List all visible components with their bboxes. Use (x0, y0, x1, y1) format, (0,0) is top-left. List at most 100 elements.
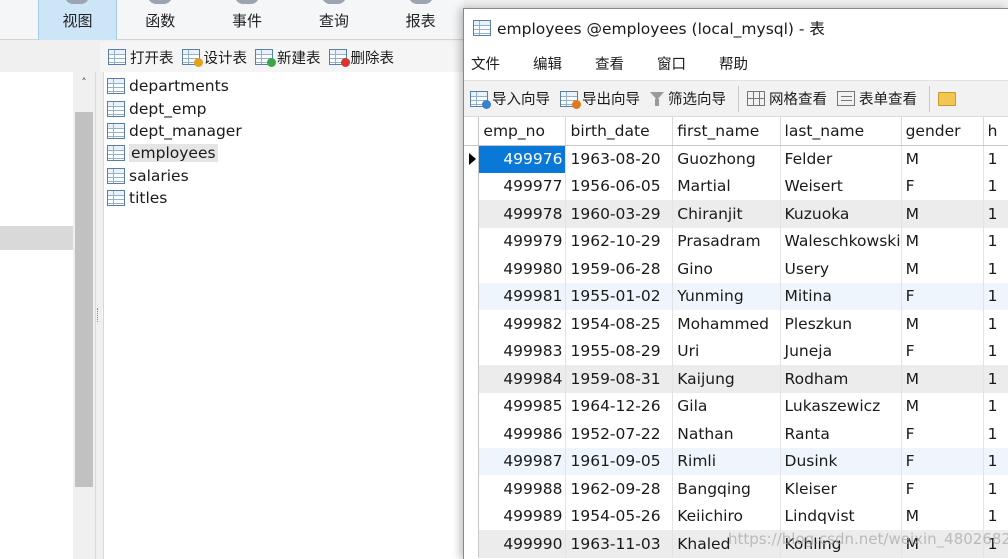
cell-gender[interactable]: F (901, 447, 984, 475)
row-indicator[interactable] (464, 420, 480, 448)
cell-gender[interactable]: M (901, 365, 984, 393)
ribbon-tab-0[interactable]: 视图 (38, 0, 117, 40)
cell-h[interactable]: 1 (983, 392, 1008, 420)
table-row[interactable]: 499986 1952-07-22 Nathan Ranta F 1 (464, 420, 1008, 448)
cell-h[interactable]: 1 (983, 172, 1008, 200)
table-list-item[interactable]: dept_emp (104, 97, 464, 119)
table-list-item[interactable]: salaries (104, 165, 464, 187)
column-header-emp_no[interactable]: emp_no (478, 117, 567, 146)
row-indicator[interactable] (464, 502, 480, 530)
row-indicator[interactable] (464, 227, 480, 255)
cell-first_name[interactable]: Gila (672, 392, 781, 420)
table-row[interactable]: 499979 1962-10-29 Prasadram Waleschkowski M 1 (464, 227, 1008, 255)
menu-item-4[interactable]: 帮助 (719, 53, 781, 74)
column-header-first_name[interactable]: first_name (672, 117, 781, 146)
cell-first_name[interactable]: Nathan (672, 420, 781, 448)
row-indicator[interactable] (464, 200, 480, 228)
cell-emp_no[interactable]: 499989 (478, 502, 567, 530)
open-table-button[interactable]: 打开表 (108, 47, 180, 68)
ribbon-tab-3[interactable]: 查询 (290, 0, 377, 40)
menu-item-2[interactable]: 查看 (595, 53, 657, 74)
scrollbar-thumb[interactable] (75, 112, 93, 487)
cell-h[interactable]: 1 (983, 282, 1008, 310)
cell-first_name[interactable]: Chiranjit (672, 200, 781, 228)
cell-emp_no[interactable]: 499976 (478, 145, 567, 173)
data-grid[interactable]: emp_no birth_date first_name last_name gende… (464, 117, 1008, 559)
cell-gender[interactable]: M (901, 502, 984, 530)
design-table-button[interactable]: 设计表 (181, 47, 254, 68)
column-header-birth_date[interactable]: birth_date (565, 117, 674, 146)
cell-emp_no[interactable]: 499986 (478, 420, 567, 448)
row-indicator[interactable] (464, 145, 480, 173)
table-row[interactable]: 499984 1959-08-31 Kaijung Rodham M 1 (464, 365, 1008, 393)
row-indicator[interactable] (464, 365, 480, 393)
table-row[interactable]: 499990 1963-11-03 Khaled Kohling M 1 (464, 530, 1008, 558)
cell-last_name[interactable]: Juneja (780, 337, 902, 365)
grid-view-button[interactable]: 网格查看 (747, 88, 835, 109)
table-row[interactable]: 499982 1954-08-25 Mohammed Pleszkun M 1 (464, 310, 1008, 338)
cell-h[interactable]: 1 (983, 502, 1008, 530)
cell-last_name[interactable]: Waleschkowski (780, 227, 902, 255)
cell-gender[interactable]: M (901, 255, 984, 283)
more-button[interactable] (938, 91, 964, 106)
cell-birth_date[interactable]: 1952-07-22 (565, 420, 674, 448)
cell-emp_no[interactable]: 499977 (478, 172, 567, 200)
cell-last_name[interactable]: Weisert (780, 172, 902, 200)
cell-gender[interactable]: M (901, 200, 984, 228)
cell-emp_no[interactable]: 499990 (478, 530, 567, 558)
cell-first_name[interactable]: Yunming (672, 282, 781, 310)
scroll-up-icon[interactable]: ˄ (73, 76, 95, 96)
cell-h[interactable]: 1 (983, 227, 1008, 255)
splitter-grip-icon[interactable] (97, 308, 102, 322)
cell-birth_date[interactable]: 1954-05-26 (565, 502, 674, 530)
cell-h[interactable]: 1 (983, 310, 1008, 338)
cell-first_name[interactable]: Khaled (672, 530, 781, 558)
cell-last_name[interactable]: Pleszkun (780, 310, 902, 338)
row-indicator[interactable] (464, 337, 480, 365)
cell-h[interactable]: 1 (983, 447, 1008, 475)
table-list-item[interactable]: titles (104, 187, 464, 209)
window-title-bar[interactable]: employees @employees (local_mysql) - 表 (464, 9, 1008, 47)
menu-item-0[interactable]: 文件 (471, 53, 533, 74)
cell-last_name[interactable]: Kleiser (780, 475, 902, 503)
row-indicator[interactable] (464, 310, 480, 338)
cell-birth_date[interactable]: 1954-08-25 (565, 310, 674, 338)
cell-h[interactable]: 1 (983, 200, 1008, 228)
cell-first_name[interactable]: Uri (672, 337, 781, 365)
cell-gender[interactable]: M (901, 530, 984, 558)
cell-emp_no[interactable]: 499987 (478, 447, 567, 475)
export-wizard-button[interactable]: 导出向导 (560, 88, 648, 109)
tree-selected-item[interactable] (0, 226, 73, 250)
cell-first_name[interactable]: Mohammed (672, 310, 781, 338)
row-indicator[interactable] (464, 447, 480, 475)
import-wizard-button[interactable]: 导入向导 (470, 88, 558, 109)
table-row[interactable]: 499978 1960-03-29 Chiranjit Kuzuoka M 1 (464, 200, 1008, 228)
cell-birth_date[interactable]: 1955-08-29 (565, 337, 674, 365)
table-row[interactable]: 499989 1954-05-26 Keiichiro Lindqvist M 1 (464, 502, 1008, 530)
cell-first_name[interactable]: Bangqing (672, 475, 781, 503)
cell-h[interactable]: 1 (983, 337, 1008, 365)
cell-emp_no[interactable]: 499979 (478, 227, 567, 255)
cell-birth_date[interactable]: 1961-09-05 (565, 447, 674, 475)
cell-birth_date[interactable]: 1962-10-29 (565, 227, 674, 255)
table-list-item[interactable]: dept_manager (104, 120, 464, 142)
cell-birth_date[interactable]: 1959-08-31 (565, 365, 674, 393)
cell-last_name[interactable]: Usery (780, 255, 902, 283)
cell-emp_no[interactable]: 499981 (478, 282, 567, 310)
cell-gender[interactable]: F (901, 337, 984, 365)
ribbon-tab-2[interactable]: 事件 (204, 0, 291, 40)
table-row[interactable]: 499988 1962-09-28 Bangqing Kleiser F 1 (464, 475, 1008, 503)
row-indicator[interactable] (464, 392, 480, 420)
cell-h[interactable]: 1 (983, 420, 1008, 448)
cell-birth_date[interactable]: 1960-03-29 (565, 200, 674, 228)
cell-h[interactable]: 1 (983, 145, 1008, 173)
pane-splitter[interactable] (95, 72, 104, 559)
row-indicator[interactable] (464, 255, 480, 283)
cell-last_name[interactable]: Dusink (780, 447, 902, 475)
cell-h[interactable]: 1 (983, 365, 1008, 393)
cell-emp_no[interactable]: 499978 (478, 200, 567, 228)
cell-emp_no[interactable]: 499983 (478, 337, 567, 365)
cell-gender[interactable]: M (901, 392, 984, 420)
cell-birth_date[interactable]: 1959-06-28 (565, 255, 674, 283)
cell-last_name[interactable]: Mitina (780, 282, 902, 310)
